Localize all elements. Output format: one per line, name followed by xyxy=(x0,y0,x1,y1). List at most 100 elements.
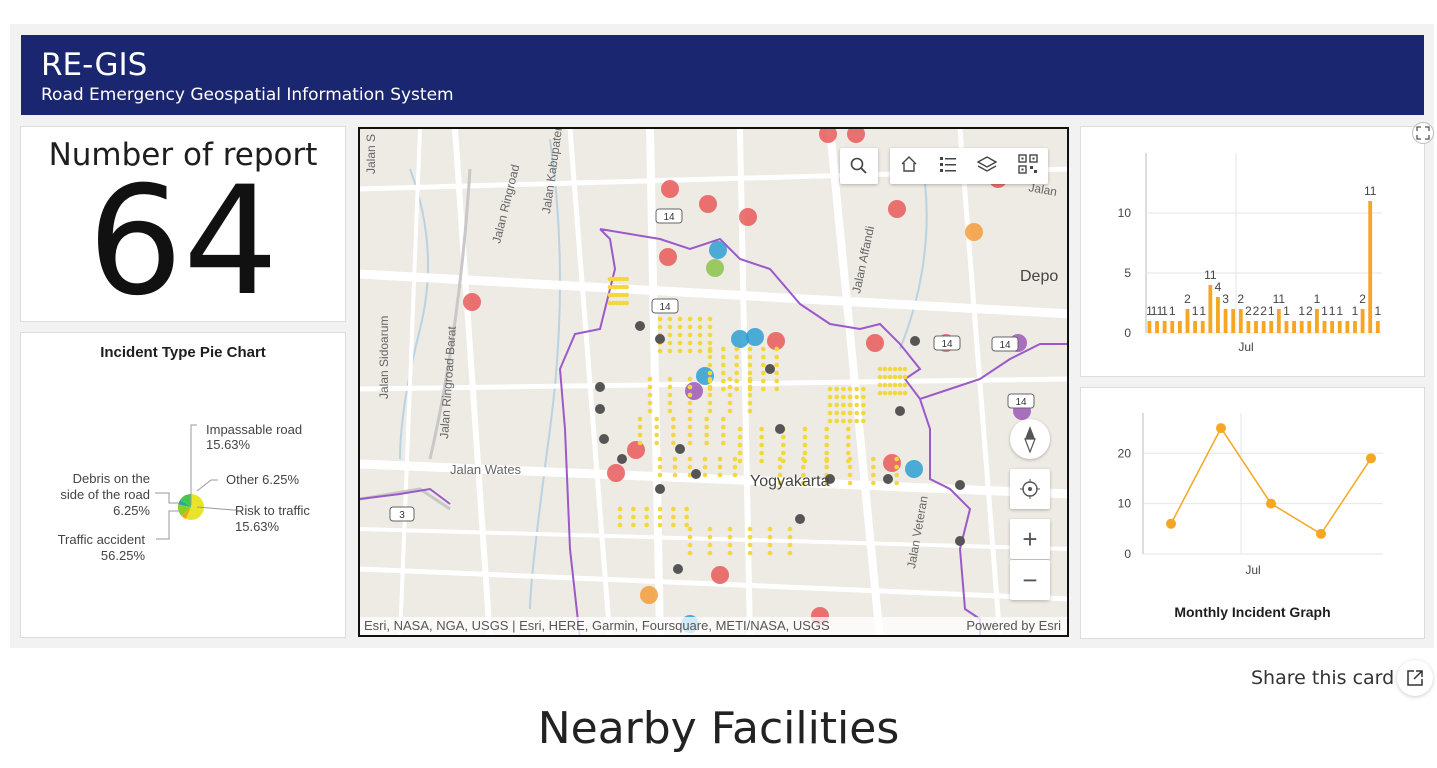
facility-point xyxy=(721,354,726,360)
facility-point xyxy=(894,464,899,470)
facility-point xyxy=(827,410,833,416)
facility-point xyxy=(707,400,713,406)
map-home-button[interactable] xyxy=(900,155,918,178)
attribution-text[interactable]: Esri, NASA, NGA, USGS | Esri, HERE, Garm… xyxy=(364,618,830,633)
facility-point xyxy=(657,506,663,512)
facility-point xyxy=(892,366,898,372)
facility-point xyxy=(667,348,673,354)
facility-point xyxy=(894,472,899,478)
facility-point xyxy=(847,402,853,408)
dashboard-header: RE-GIS Road Emergency Geospatial Informa… xyxy=(21,35,1424,115)
pie-pct-traffic: 56.25% xyxy=(101,548,146,563)
facility-point xyxy=(871,456,876,462)
zoom-in-button[interactable]: + xyxy=(1010,519,1050,559)
facility-point xyxy=(687,324,693,330)
facility-point xyxy=(834,418,839,424)
facility-point xyxy=(882,390,888,396)
facility-point xyxy=(684,514,689,520)
facility-point xyxy=(841,418,846,424)
facility-point xyxy=(747,550,753,556)
facility-point xyxy=(707,542,713,548)
pie-pct-risk: 15.63% xyxy=(235,519,280,534)
facility-point xyxy=(687,348,693,354)
facility-point xyxy=(707,324,713,330)
facility-point xyxy=(647,408,653,414)
facility-point xyxy=(877,366,883,372)
facility-point xyxy=(861,410,866,416)
powered-by-esri[interactable]: Powered by Esri xyxy=(966,617,1061,635)
zoom-out-button[interactable]: − xyxy=(1010,560,1050,600)
compass-button[interactable] xyxy=(1010,419,1050,459)
facility-point xyxy=(667,340,673,346)
facility-point xyxy=(737,426,743,432)
facility-point xyxy=(897,390,903,396)
facility-point xyxy=(897,366,903,372)
bar-data-label: 3 xyxy=(1222,292,1229,306)
bar xyxy=(1177,321,1182,333)
facility-point xyxy=(877,374,883,380)
map-legend-button[interactable] xyxy=(939,155,957,178)
facility-point xyxy=(707,550,713,556)
facility-point xyxy=(871,464,876,470)
facility-point xyxy=(707,340,713,346)
facility-point xyxy=(774,370,779,376)
facility-point xyxy=(672,472,678,478)
map-layers-button[interactable] xyxy=(976,155,998,178)
bar-data-label: 2 xyxy=(1306,304,1313,318)
facility-point xyxy=(707,362,713,368)
facility-point xyxy=(687,432,693,438)
facility-point xyxy=(894,456,899,462)
facility-point xyxy=(657,456,663,462)
compass-icon xyxy=(1024,426,1036,453)
facility-point xyxy=(727,392,733,398)
report-count-indicator: Number of report 64 xyxy=(20,126,346,322)
map-search-button[interactable] xyxy=(840,148,878,184)
facility-point xyxy=(802,426,808,432)
report-dot xyxy=(685,382,703,400)
facility-point xyxy=(721,370,726,376)
facility-point xyxy=(787,534,793,540)
pie-label-other: Other 6.25% xyxy=(226,472,299,487)
facility-point xyxy=(721,424,726,430)
share-card-button[interactable] xyxy=(1397,660,1433,696)
bar xyxy=(1147,321,1152,333)
facility-point xyxy=(761,386,766,392)
facility-point xyxy=(667,392,673,398)
facility-point xyxy=(734,378,739,384)
svg-text:3: 3 xyxy=(399,510,405,521)
facility-point xyxy=(747,392,753,398)
x-tick-label: Jul xyxy=(1238,340,1253,354)
pie-pct-impassable: 15.63% xyxy=(206,437,251,452)
map-qr-button[interactable] xyxy=(1018,153,1038,179)
facility-point xyxy=(802,434,808,440)
map-canvas[interactable]: Jalan Sidoarum Jalan Ringroad Barat Jala… xyxy=(360,129,1069,637)
line-point xyxy=(1166,518,1176,529)
facility-point xyxy=(687,332,693,338)
pie-label-risk: Risk to traffic xyxy=(235,503,310,518)
facility-point xyxy=(897,374,903,380)
facility-point xyxy=(824,426,829,432)
bar xyxy=(1246,321,1251,333)
svg-text:Jalan Sidoarum: Jalan Sidoarum xyxy=(377,316,391,399)
facility-point xyxy=(687,392,693,398)
facility-point xyxy=(834,394,839,400)
qr-code-icon xyxy=(1018,153,1038,174)
facility-point xyxy=(774,354,779,360)
facility-point xyxy=(801,456,806,462)
locate-button[interactable] xyxy=(1010,469,1050,509)
svg-text:Jalan Ringroad: Jalan Ringroad xyxy=(489,163,522,245)
facility-point xyxy=(871,480,876,486)
facility-point xyxy=(854,394,859,400)
facility-point xyxy=(847,394,853,400)
app-title: RE-GIS xyxy=(41,47,148,83)
facility-point xyxy=(759,434,764,440)
facility-icon xyxy=(775,424,785,434)
incident-map[interactable]: Jalan Sidoarum Jalan Ringroad Barat Jala… xyxy=(358,127,1069,637)
expand-button[interactable] xyxy=(1412,122,1434,144)
line-chart-title: Monthly Incident Graph xyxy=(1174,604,1331,620)
facility-point xyxy=(721,378,726,384)
facility-point xyxy=(854,402,859,408)
bar xyxy=(1315,309,1319,333)
bar xyxy=(1170,321,1175,333)
facility-point xyxy=(894,480,899,486)
